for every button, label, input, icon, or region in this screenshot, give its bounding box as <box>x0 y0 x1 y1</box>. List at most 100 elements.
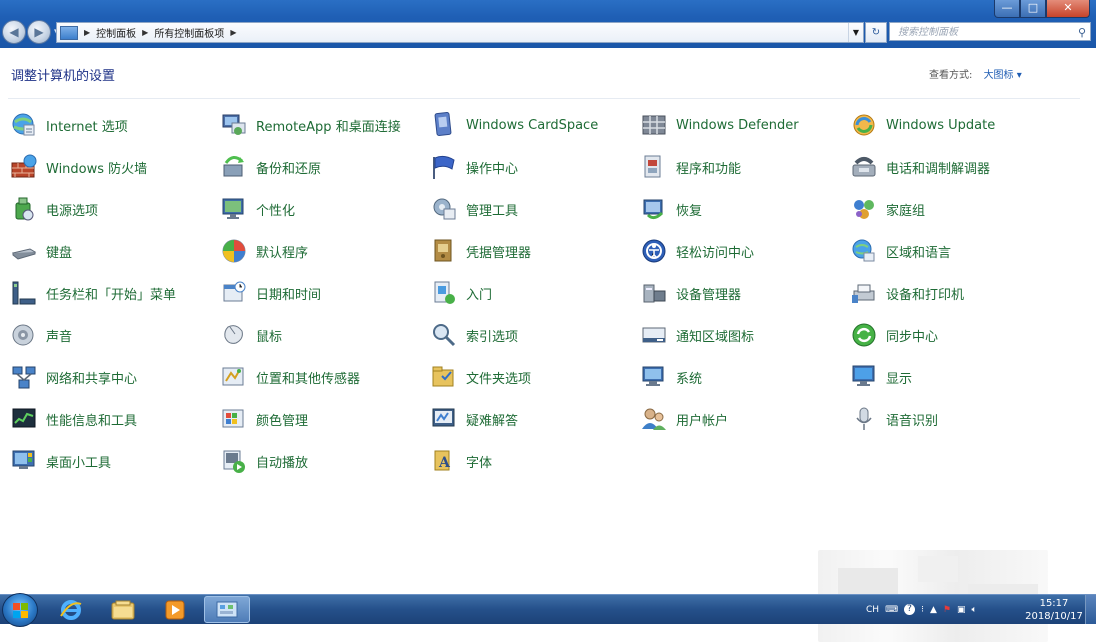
keyboard-icon <box>10 237 38 265</box>
cp-item-devices-printers[interactable]: 设备和打印机 <box>850 278 964 308</box>
cp-item-label: 程序和功能 <box>676 161 742 177</box>
cp-item-sync-center[interactable]: 同步中心 <box>850 320 938 350</box>
cp-item-speech-recognition[interactable]: 语音识别 <box>850 404 938 434</box>
cp-item-troubleshooting[interactable]: 疑难解答 <box>430 404 518 434</box>
cp-item-mouse[interactable]: 鼠标 <box>220 320 282 350</box>
cp-item-windows-update[interactable]: Windows Update <box>850 110 995 140</box>
network-tray-icon[interactable]: ▣ <box>957 605 966 615</box>
cp-item-user-accounts[interactable]: 用户帐户 <box>640 404 728 434</box>
cp-item-keyboard[interactable]: 键盘 <box>10 236 72 266</box>
search-input[interactable]: 搜索控制面板 ⚲ <box>889 22 1091 41</box>
breadcrumb-all-items[interactable]: 所有控制面板项 <box>154 25 224 40</box>
mouse-icon <box>220 321 248 349</box>
cp-item-color-management[interactable]: 颜色管理 <box>220 404 308 434</box>
cp-item-firewall[interactable]: Windows 防火墙 <box>10 152 147 182</box>
programs-icon <box>640 153 668 181</box>
cp-item-personalization[interactable]: 个性化 <box>220 194 295 224</box>
taskbar-control-panel[interactable] <box>204 596 250 623</box>
search-icon[interactable]: ⚲ <box>1078 23 1086 42</box>
cp-item-network-sharing[interactable]: 网络和共享中心 <box>10 362 137 392</box>
volume-icon[interactable]: 🔈︎ <box>971 605 976 615</box>
language-indicator[interactable]: CH <box>866 605 879 615</box>
cp-item-label: 性能信息和工具 <box>46 413 138 429</box>
date-time-icon <box>220 279 248 307</box>
cp-item-label: 系统 <box>676 371 703 387</box>
minimize-button[interactable]: — <box>994 0 1020 18</box>
clock-date: 2018/10/17 <box>1025 611 1083 622</box>
cp-item-credential-manager[interactable]: 凭据管理器 <box>430 236 531 266</box>
breadcrumb-separator[interactable]: ▶ <box>84 28 90 37</box>
back-button[interactable]: ◀ <box>2 20 26 44</box>
cp-item-fonts[interactable]: A 字体 <box>430 446 492 476</box>
help-icon[interactable]: ? <box>904 604 916 615</box>
network-sharing-icon <box>10 363 38 391</box>
view-by: 查看方式: 大图标 ▾ <box>929 66 1022 81</box>
cp-item-region-language[interactable]: 区域和语言 <box>850 236 951 266</box>
forward-button[interactable]: ▶ <box>27 20 51 44</box>
cp-item-date-time[interactable]: 日期和时间 <box>220 278 321 308</box>
show-desktop-button[interactable] <box>1085 595 1096 624</box>
start-button[interactable] <box>2 593 38 627</box>
cp-item-remoteapp[interactable]: RemoteApp 和桌面连接 <box>220 110 401 140</box>
taskbar-media-player[interactable] <box>152 596 198 623</box>
devices-printers-icon <box>850 279 878 307</box>
cp-item-device-manager[interactable]: 设备管理器 <box>640 278 741 308</box>
cp-item-label: RemoteApp 和桌面连接 <box>256 119 401 135</box>
cp-item-autoplay[interactable]: 自动播放 <box>220 446 308 476</box>
cp-item-homegroup[interactable]: 家庭组 <box>850 194 925 224</box>
window-controls: — □ ✕ <box>994 0 1090 18</box>
svg-text:A: A <box>438 455 451 471</box>
cp-item-getting-started[interactable]: 入门 <box>430 278 492 308</box>
breadcrumb-separator[interactable]: ▶ <box>230 28 236 37</box>
cp-item-label: 备份和还原 <box>256 161 322 177</box>
cp-item-label: 声音 <box>46 329 73 345</box>
cp-item-cardspace[interactable]: Windows CardSpace <box>430 110 598 140</box>
taskbar-explorer[interactable] <box>100 596 146 623</box>
cp-item-label: 个性化 <box>256 203 296 219</box>
keyboard-icon[interactable]: ⌨ <box>885 605 898 615</box>
close-button[interactable]: ✕ <box>1046 0 1090 18</box>
cp-item-recovery[interactable]: 恢复 <box>640 194 702 224</box>
cp-item-label: 桌面小工具 <box>46 455 112 471</box>
cp-item-label: 默认程序 <box>256 245 309 261</box>
cp-item-display[interactable]: 显示 <box>850 362 912 392</box>
cp-item-notification-area[interactable]: 通知区域图标 <box>640 320 754 350</box>
cp-item-power-options[interactable]: 电源选项 <box>10 194 98 224</box>
cp-item-backup[interactable]: 备份和还原 <box>220 152 321 182</box>
cp-item-sound[interactable]: 声音 <box>10 320 72 350</box>
cp-item-default-programs[interactable]: 默认程序 <box>220 236 308 266</box>
action-center-tray-icon[interactable]: ⚑ <box>943 605 951 615</box>
address-bar[interactable]: ▶ 控制面板 ▶ 所有控制面板项 ▶ ▼ <box>56 22 864 43</box>
tray-options-icon[interactable]: ⁝ <box>921 605 924 615</box>
cp-item-defender[interactable]: Windows Defender <box>640 110 799 140</box>
cp-item-performance[interactable]: 性能信息和工具 <box>10 404 137 434</box>
cp-item-programs[interactable]: 程序和功能 <box>640 152 741 182</box>
cp-item-label: 用户帐户 <box>676 413 729 429</box>
cp-item-location-sensors[interactable]: 位置和其他传感器 <box>220 362 360 392</box>
cp-item-label: 任务栏和「开始」菜单 <box>46 287 177 303</box>
cp-item-label: 通知区域图标 <box>676 329 755 345</box>
cp-item-phone-modem[interactable]: 电话和调制解调器 <box>850 152 990 182</box>
cp-item-label: 管理工具 <box>466 203 519 219</box>
taskbar-internet-explorer[interactable] <box>48 596 94 623</box>
clock-time: 15:17 <box>1039 598 1069 609</box>
clock[interactable]: 15:17 2018/10/17 <box>1025 597 1083 623</box>
ease-of-access-icon <box>640 237 668 265</box>
view-by-dropdown[interactable]: 大图标 ▾ <box>984 70 1022 81</box>
cp-item-taskbar-start[interactable]: 任务栏和「开始」菜单 <box>10 278 176 308</box>
display-icon <box>850 363 878 391</box>
cp-item-action-center-flag[interactable]: 操作中心 <box>430 152 518 182</box>
address-dropdown-button[interactable]: ▼ <box>848 23 863 42</box>
show-hidden-icons-icon[interactable]: ▲ <box>930 605 937 615</box>
breadcrumb-separator[interactable]: ▶ <box>142 28 148 37</box>
cp-item-internet-options[interactable]: Internet 选项 <box>10 110 128 140</box>
breadcrumb-control-panel[interactable]: 控制面板 <box>96 25 136 40</box>
refresh-button[interactable]: ↻ <box>865 22 887 43</box>
cp-item-ease-of-access[interactable]: 轻松访问中心 <box>640 236 754 266</box>
cp-item-desktop-gadgets[interactable]: 桌面小工具 <box>10 446 111 476</box>
cp-item-folder-options[interactable]: 文件夹选项 <box>430 362 531 392</box>
maximize-button[interactable]: □ <box>1020 0 1046 18</box>
cp-item-indexing[interactable]: 索引选项 <box>430 320 518 350</box>
cp-item-system[interactable]: 系统 <box>640 362 702 392</box>
cp-item-admin-tools[interactable]: 管理工具 <box>430 194 518 224</box>
